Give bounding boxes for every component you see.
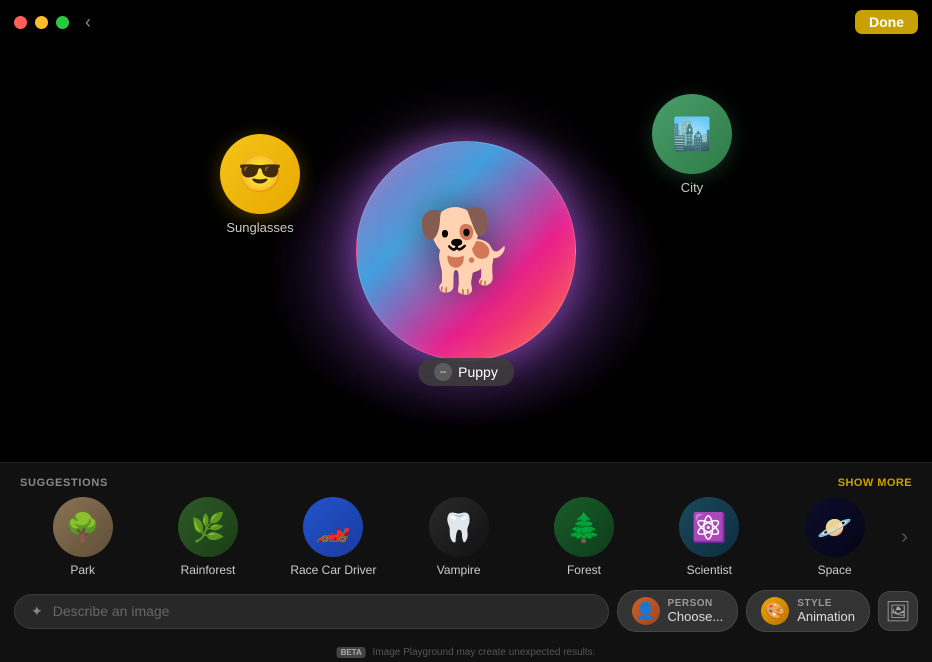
search-placeholder: Describe an image <box>53 603 170 619</box>
style-value-label: Animation <box>797 609 855 624</box>
racecar-icon: 🏎️ <box>303 497 363 557</box>
vampire-icon: 🦷 <box>429 497 489 557</box>
style-content: STYLE Animation <box>797 598 855 624</box>
show-more-button[interactable]: SHOW MORE <box>838 477 912 489</box>
forest-icon: 🌲 <box>554 497 614 557</box>
person-value-label: Choose... <box>668 609 724 624</box>
suggestion-rainforest[interactable]: 🌿 Rainforest <box>145 497 270 577</box>
rainforest-icon: 🌿 <box>178 497 238 557</box>
space-label: Space <box>818 563 852 577</box>
person-pill-button[interactable]: 👤 PERSON Choose... <box>617 590 739 632</box>
search-icon: ✦ <box>31 603 43 620</box>
style-type-label: STYLE <box>797 598 855 609</box>
suggestion-space[interactable]: 🪐 Space <box>772 497 897 577</box>
city-label: City <box>681 180 703 195</box>
vampire-label: Vampire <box>437 563 481 577</box>
suggestion-racecar[interactable]: 🏎️ Race Car Driver <box>271 497 396 577</box>
minimize-button[interactable] <box>35 16 48 29</box>
puppy-label: − Puppy <box>418 358 514 386</box>
suggestions-label: SUGGESTIONS <box>20 477 108 489</box>
gallery-icon: 🖼 <box>885 599 910 624</box>
person-content: PERSON Choose... <box>668 598 724 624</box>
remove-puppy-button[interactable]: − <box>434 363 452 381</box>
space-icon: 🪐 <box>805 497 865 557</box>
dog-figure: 🐕 <box>416 204 516 298</box>
suggestions-header: SUGGESTIONS SHOW MORE <box>0 463 932 497</box>
suggestion-park[interactable]: 🌳 Park <box>20 497 145 577</box>
sunglasses-item[interactable]: − 😎 Sunglasses <box>220 134 300 235</box>
city-icon: − 🏙️ <box>652 94 732 174</box>
beta-notice: BETA Image Playground may create unexpec… <box>337 647 596 658</box>
sunglasses-icon: − 😎 <box>220 134 300 214</box>
suggestions-row: 🌳 Park 🌿 Rainforest 🏎️ Race Car Driver 🦷… <box>0 497 932 577</box>
suggestion-scientist[interactable]: ⚛️ Scientist <box>647 497 772 577</box>
gallery-button[interactable]: 🖼 <box>878 591 918 631</box>
done-button[interactable]: Done <box>855 10 918 34</box>
style-pill-button[interactable]: 🎨 STYLE Animation <box>746 590 870 632</box>
search-field[interactable]: ✦ Describe an image <box>14 594 609 629</box>
bottom-area: SUGGESTIONS SHOW MORE 🌳 Park 🌿 Rainfores… <box>0 462 932 662</box>
remove-sunglasses-button[interactable]: − <box>220 134 234 148</box>
close-button[interactable] <box>14 16 27 29</box>
canvas-area: 🐕 − Puppy − 😎 Sunglasses − 🏙️ City <box>0 44 932 504</box>
park-icon: 🌳 <box>53 497 113 557</box>
suggestion-vampire[interactable]: 🦷 Vampire <box>396 497 521 577</box>
person-type-label: PERSON <box>668 598 724 609</box>
racecar-label: Race Car Driver <box>290 563 376 577</box>
traffic-lights <box>14 16 69 29</box>
beta-tag: BETA <box>337 647 366 658</box>
central-image-bubble[interactable]: 🐕 <box>356 141 576 361</box>
sunglasses-label: Sunglasses <box>226 220 293 235</box>
style-icon: 🎨 <box>761 597 789 625</box>
person-icon: 👤 <box>632 597 660 625</box>
park-label: Park <box>70 563 95 577</box>
scientist-label: Scientist <box>687 563 732 577</box>
remove-city-button[interactable]: − <box>652 94 666 108</box>
scientist-icon: ⚛️ <box>679 497 739 557</box>
back-button[interactable]: ‹ <box>85 12 91 33</box>
forest-label: Forest <box>567 563 601 577</box>
suggestion-forest[interactable]: 🌲 Forest <box>521 497 646 577</box>
suggestions-next-button[interactable]: › <box>897 526 912 549</box>
toolbar-row: ✦ Describe an image 👤 PERSON Choose... 🎨… <box>0 580 932 642</box>
rainforest-label: Rainforest <box>181 563 236 577</box>
maximize-button[interactable] <box>56 16 69 29</box>
title-bar: ‹ Done <box>0 0 932 44</box>
city-item[interactable]: − 🏙️ City <box>652 94 732 195</box>
